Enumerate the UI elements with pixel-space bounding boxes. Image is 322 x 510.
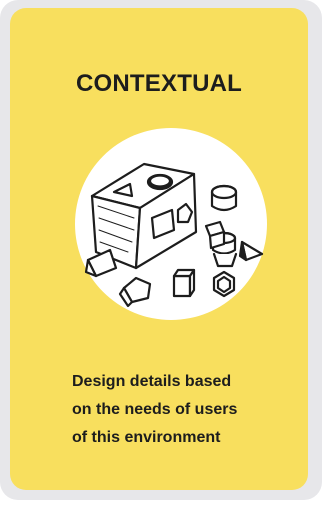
card-title: CONTEXTUAL (76, 70, 242, 97)
description-line: of this environment (72, 429, 221, 446)
description-line: on the needs of users (72, 401, 238, 418)
card-frame: CONTEXTUAL Design details based on the n… (0, 0, 322, 500)
card-description: Design details based on the needs of use… (72, 368, 292, 452)
principle-card[interactable]: CONTEXTUAL Design details based on the n… (10, 8, 308, 490)
description-line: Design details based (72, 373, 232, 390)
shape-sorter-icon (75, 128, 267, 320)
